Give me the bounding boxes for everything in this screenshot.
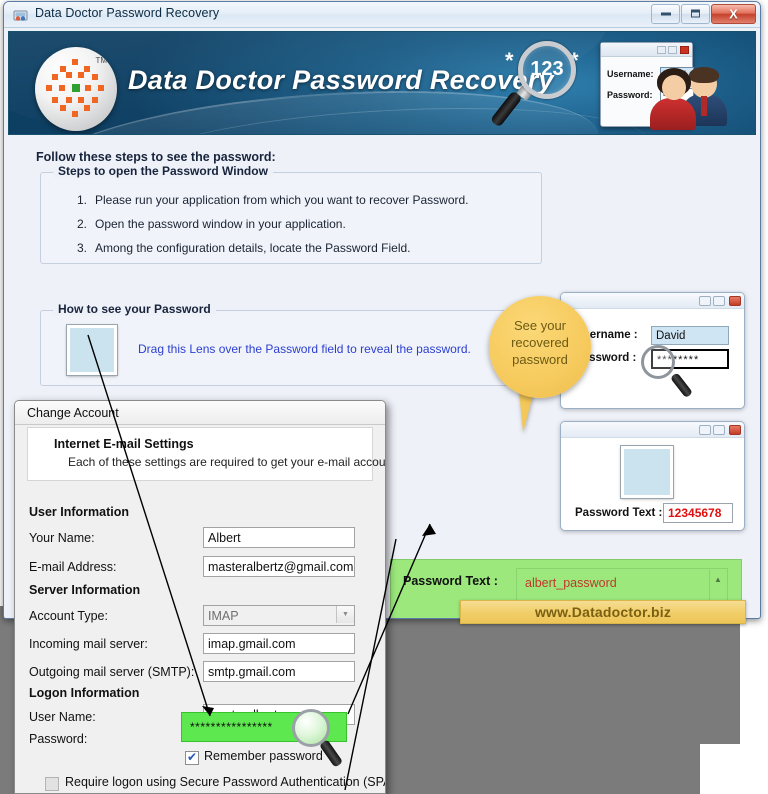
demo2-maximize-icon [713, 425, 725, 435]
banner-magnifier-icon: 123 [518, 41, 576, 99]
window-title: Data Doctor Password Recovery [35, 6, 220, 20]
lead-instruction: Follow these steps to see the password: [36, 150, 276, 164]
demo-password-window-2: Password Text : 12345678 [560, 421, 745, 531]
incoming-mail-server-input[interactable]: imap.gmail.com [203, 633, 355, 654]
minimize-icon [652, 9, 679, 20]
lens-hint-text: Drag this Lens over the Password field t… [138, 342, 471, 356]
callout-bubble: See your recovered password [489, 296, 591, 398]
step-item-3: 3. Among the configuration details, locat… [77, 241, 411, 255]
remember-password-checkbox[interactable] [185, 750, 199, 765]
server-information-section: Server Information [29, 583, 141, 597]
desktop-white-bottom-right [700, 744, 768, 794]
screenshot-root: Data Doctor Password Recovery X TM Data … [0, 0, 768, 794]
your-name-input[interactable]: Albert [203, 527, 355, 548]
callout-line-1: See your [513, 318, 567, 333]
recovered-password-value: albert_password [525, 576, 617, 590]
company-logo: TM [35, 47, 117, 131]
step-text-1: Please run your application from which y… [95, 193, 469, 207]
banner-magnifier-handle [489, 90, 523, 128]
banner-login-close-icon [680, 46, 689, 54]
window-controls: X [650, 4, 756, 24]
demo1-magnifier-icon [641, 345, 675, 379]
website-banner: www.Datadoctor.biz [460, 600, 746, 624]
banner-artwork: * * 123 Username: David Password: • [485, 32, 755, 134]
highlighted-password-value: **************** [190, 720, 273, 734]
chevron-down-icon[interactable]: ▼ [336, 606, 354, 623]
banner-username-label: Username: [607, 69, 654, 79]
callout-line-3: password [512, 352, 568, 367]
spa-label: Require logon using Secure Password Auth… [65, 775, 386, 789]
app-banner: TM Data Doctor Password Recovery * * 123 [8, 31, 756, 135]
banner-login-minimize-icon [657, 46, 666, 54]
user-information-section: User Information [29, 505, 130, 519]
demo1-close-icon [729, 296, 741, 306]
scroll-up-icon[interactable]: ▲ [710, 572, 726, 587]
step-text-2: Open the password window in your applica… [95, 217, 346, 231]
close-icon: X [729, 6, 738, 22]
demo1-maximize-icon [713, 296, 725, 306]
demo2-password-text-value: 12345678 [663, 503, 733, 523]
outgoing-mail-server-label: Outgoing mail server (SMTP): [29, 665, 195, 679]
logon-information-section: Logon Information [29, 686, 140, 700]
change-account-header-panel: Internet E-mail Settings Each of these s… [27, 427, 385, 481]
outgoing-mail-server-input[interactable]: smtp.gmail.com [203, 661, 355, 682]
step-text-3: Among the configuration details, locate … [95, 241, 411, 255]
demo1-username-field[interactable]: David [651, 326, 729, 345]
maximize-button[interactable] [681, 4, 710, 24]
steps-group-legend: Steps to open the Password Window [53, 164, 273, 178]
demo1-minimize-icon [699, 296, 711, 306]
step-number-2: 2. [77, 217, 88, 231]
demo2-minimize-icon [699, 425, 711, 435]
demo2-lens [620, 445, 674, 499]
app-icon [13, 8, 29, 23]
user-name-label: User Name: [29, 710, 96, 724]
internet-email-settings-title: Internet E-mail Settings [54, 437, 194, 451]
step-number-3: 3. [77, 241, 88, 255]
result-label: Password Text : [403, 574, 498, 588]
your-name-label: Your Name: [29, 531, 95, 545]
banner-magnifier-number: 123 [530, 58, 564, 80]
email-address-input[interactable]: masteralbertz@gmail.com [203, 556, 355, 577]
close-button[interactable]: X [711, 4, 756, 24]
callout-line-2: recovered [511, 335, 569, 350]
minimize-button[interactable] [651, 4, 680, 24]
internet-email-settings-subtitle: Each of these settings are required to g… [68, 455, 386, 469]
website-url: www.Datadoctor.biz [534, 604, 672, 620]
incoming-mail-server-label: Incoming mail server: [29, 637, 148, 651]
account-type-label: Account Type: [29, 609, 108, 623]
step-item-2: 2. Open the password window in your appli… [77, 217, 346, 231]
asterisk-left-icon: * [505, 48, 514, 73]
demo1-magnifier-handle [669, 372, 694, 399]
email-address-label: E-mail Address: [29, 560, 117, 574]
step-number-1: 1. [77, 193, 88, 207]
maximize-icon [682, 9, 709, 20]
demo2-titlebar [561, 422, 744, 438]
demo2-password-text-label: Password Text : [575, 507, 663, 519]
change-account-title: Change Account [27, 406, 119, 420]
demo1-titlebar [561, 293, 744, 309]
banner-login-titlebar [601, 43, 692, 57]
steps-group: Steps to open the Password Window 1. Plea… [40, 164, 542, 264]
logo-trademark: TM [95, 56, 107, 65]
how-to-group: How to see your Password Drag this Lens … [40, 302, 542, 386]
lens-magnifier-icon[interactable] [292, 709, 330, 747]
how-to-group-legend: How to see your Password [53, 302, 216, 316]
banner-login-maximize-icon [668, 46, 677, 54]
title-bar: Data Doctor Password Recovery X [4, 2, 760, 28]
step-item-1: 1. Please run your application from which… [77, 193, 469, 207]
draggable-lens[interactable] [66, 324, 118, 376]
callout-text: See your recovered password [489, 317, 591, 368]
remember-password-label: Remember password [204, 749, 323, 763]
account-type-select[interactable]: IMAP [203, 605, 355, 626]
spa-checkbox[interactable] [45, 777, 59, 791]
logo-grid [46, 59, 106, 119]
demo2-close-icon [729, 425, 741, 435]
logon-password-label: Password: [29, 732, 88, 746]
banner-password-label: Password: [607, 90, 653, 100]
